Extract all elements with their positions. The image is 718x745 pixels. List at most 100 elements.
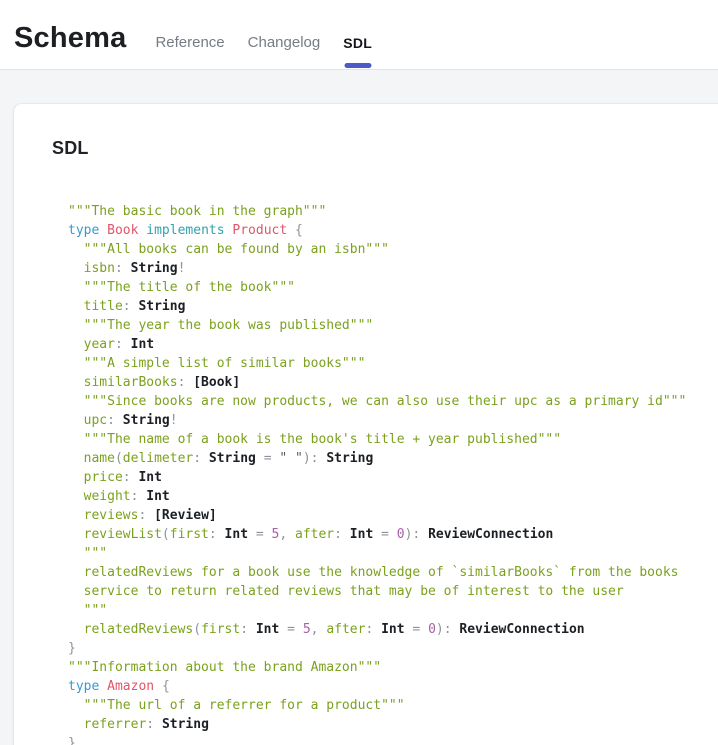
code-token-field: referrer (68, 717, 146, 732)
tab-changelog-label: Changelog (248, 34, 321, 51)
code-line: referrer: String (68, 715, 718, 734)
code-token-punc: = (256, 527, 264, 542)
code-token-scalar: String (209, 451, 256, 466)
code-token-plain (264, 527, 272, 542)
code-line: upc: String! (68, 411, 718, 430)
code-token-field: after (295, 527, 334, 542)
code-token-field: year (68, 337, 115, 352)
code-token-scalar: Int (225, 527, 248, 542)
code-token-field: first (201, 622, 240, 637)
code-token-desc: """The url of a referrer for a product""… (68, 698, 405, 713)
code-line: type Book implements Product { (68, 221, 718, 240)
code-line: """The basic book in the graph""" (68, 202, 718, 221)
sdl-heading: SDL (52, 138, 718, 158)
page-title: Schema (14, 22, 126, 55)
code-token-plain (123, 337, 131, 352)
code-token-scalar: Int (146, 489, 169, 504)
code-token-field: upc (68, 413, 107, 428)
page-header: Schema Reference Changelog SDL (0, 0, 718, 70)
code-token-punc: ! (170, 413, 178, 428)
code-token-punc: : (107, 413, 115, 428)
code-token-plain (256, 451, 264, 466)
code-line: relatedReviews for a book use the knowle… (68, 563, 718, 582)
code-token-punc: : (146, 717, 154, 732)
code-token-punc: ): (405, 527, 421, 542)
code-line: price: Int (68, 468, 718, 487)
code-token-plain (146, 508, 154, 523)
code-token-plain (115, 413, 123, 428)
code-token-scalar: Int (381, 622, 404, 637)
code-line: similarBooks: [Book] (68, 373, 718, 392)
code-token-punc: } (68, 641, 76, 656)
code-line: """The name of a book is the book's titl… (68, 430, 718, 449)
code-token-punc: ( (115, 451, 123, 466)
code-token-plain (154, 679, 162, 694)
code-token-plain (287, 223, 295, 238)
code-line: """A simple list of similar books""" (68, 354, 718, 373)
code-line: reviewList(first: Int = 5, after: Int = … (68, 525, 718, 544)
code-line: """All books can be found by an isbn""" (68, 240, 718, 259)
code-token-plain (99, 679, 107, 694)
code-token-scalar: Int (350, 527, 373, 542)
code-token-tname: Book (107, 223, 138, 238)
code-token-field: name (68, 451, 115, 466)
code-token-field: isbn (68, 261, 115, 276)
tab-sdl[interactable]: SDL (343, 35, 372, 51)
code-token-desc: """Information about the brand Amazon""" (68, 660, 381, 675)
code-token-plain (154, 717, 162, 732)
code-token-scalar: ReviewConnection (428, 527, 553, 542)
code-line: name(delimeter: String = " "): String (68, 449, 718, 468)
code-token-field: first (170, 527, 209, 542)
tab-reference-label: Reference (155, 34, 224, 51)
code-token-field: after (326, 622, 365, 637)
code-token-punc: ): (303, 451, 319, 466)
code-line: } (68, 734, 718, 745)
code-token-scalar: String (326, 451, 373, 466)
code-token-punc: ! (178, 261, 186, 276)
code-line: service to return related reviews that m… (68, 582, 718, 601)
tab-reference[interactable]: Reference (155, 34, 224, 51)
code-token-field: delimeter (123, 451, 193, 466)
code-token-punc: ): (436, 622, 452, 637)
code-token-plain (279, 622, 287, 637)
code-token-scalar: ReviewConnection (459, 622, 584, 637)
code-token-punc: ( (162, 527, 170, 542)
tab-changelog[interactable]: Changelog (248, 34, 321, 51)
code-token-plain (420, 527, 428, 542)
code-token-plain (295, 622, 303, 637)
code-token-plain (248, 527, 256, 542)
code-token-desc: """The title of the book""" (68, 280, 295, 295)
code-token-punc: , (279, 527, 287, 542)
code-token-desc: """ (68, 603, 107, 618)
code-token-punc: : (123, 470, 131, 485)
code-line: } (68, 639, 718, 658)
content-card: SDL """The basic book in the graph"""typ… (14, 104, 718, 745)
code-token-field: price (68, 470, 123, 485)
code-token-punc: : (209, 527, 217, 542)
code-token-plain (373, 622, 381, 637)
code-token-desc: """A simple list of similar books""" (68, 356, 365, 371)
code-token-plain (123, 261, 131, 276)
code-token-desc: """The name of a book is the book's titl… (68, 432, 561, 447)
code-token-punc: : (334, 527, 342, 542)
code-token-scalar: String (123, 413, 170, 428)
code-token-punc: = (287, 622, 295, 637)
code-token-punc: = (264, 451, 272, 466)
code-token-plain (217, 527, 225, 542)
code-line: relatedReviews(first: Int = 5, after: In… (68, 620, 718, 639)
code-line: """The url of a referrer for a product""… (68, 696, 718, 715)
code-token-tname: Product (232, 223, 287, 238)
code-token-num: 0 (397, 527, 405, 542)
code-token-str: " " (279, 451, 302, 466)
code-token-scalar: [Review] (154, 508, 217, 523)
code-token-plain (248, 622, 256, 637)
code-line: title: String (68, 297, 718, 316)
code-token-scalar: Int (138, 470, 161, 485)
code-token-plain (389, 527, 397, 542)
code-token-scalar: Int (131, 337, 154, 352)
code-token-scalar: String (131, 261, 178, 276)
code-token-plain (287, 527, 295, 542)
code-line: isbn: String! (68, 259, 718, 278)
code-token-field: title (68, 299, 123, 314)
code-token-field: relatedReviews (68, 622, 193, 637)
